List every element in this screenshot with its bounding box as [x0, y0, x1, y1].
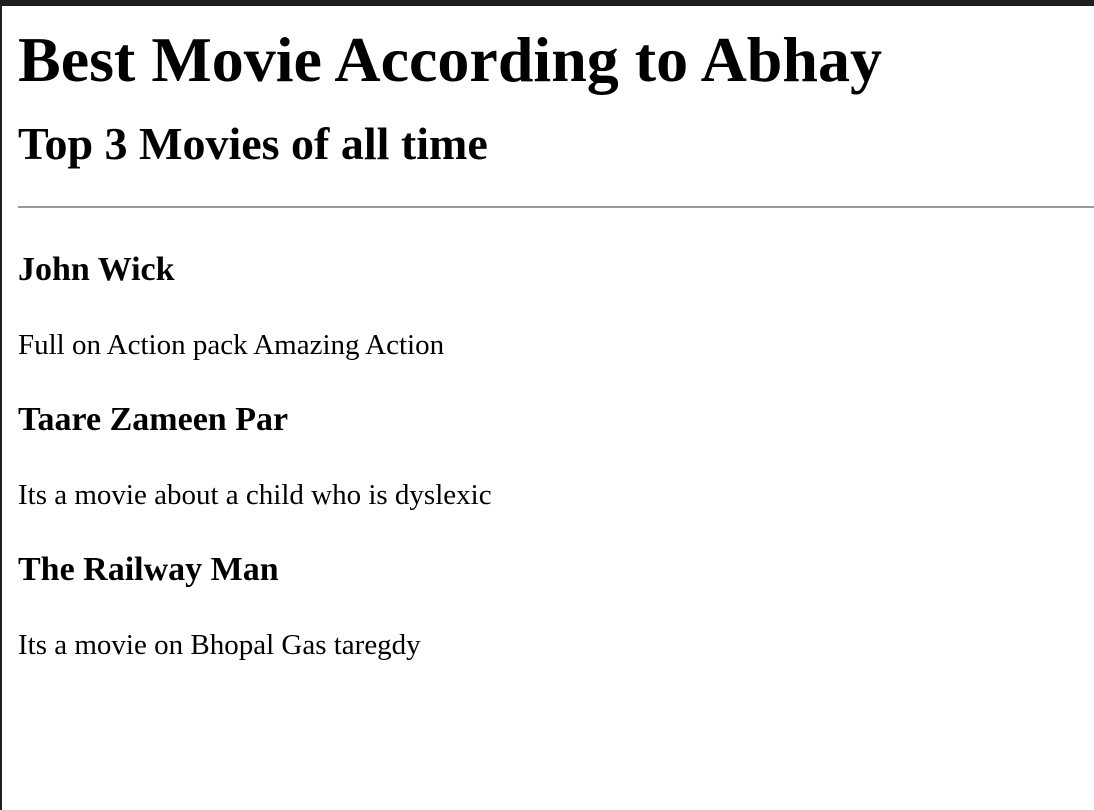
movie-title: Taare Zameen Par: [18, 401, 289, 438]
divider: [18, 206, 1094, 208]
window-left-border: [0, 0, 2, 810]
movie-title: John Wick: [18, 251, 175, 288]
page-content: Best Movie According to Abhay Top 3 Movi…: [18, 6, 1094, 662]
movie-item: John Wick Full on Action pack Amazing Ac…: [18, 250, 1094, 362]
movie-list: John Wick Full on Action pack Amazing Ac…: [18, 250, 1094, 662]
page-subtitle: Top 3 Movies of all time: [18, 118, 488, 169]
movie-description: Its a movie on Bhopal Gas taregdy: [18, 629, 421, 661]
movie-item: The Railway Man Its a movie on Bhopal Ga…: [18, 550, 1094, 662]
movie-description: Its a movie about a child who is dyslexi…: [18, 479, 492, 511]
page-title: Best Movie According to Abhay: [18, 24, 882, 95]
movie-item: Taare Zameen Par Its a movie about a chi…: [18, 400, 1094, 512]
movie-description: Full on Action pack Amazing Action: [18, 329, 445, 361]
movie-title: The Railway Man: [18, 551, 279, 588]
